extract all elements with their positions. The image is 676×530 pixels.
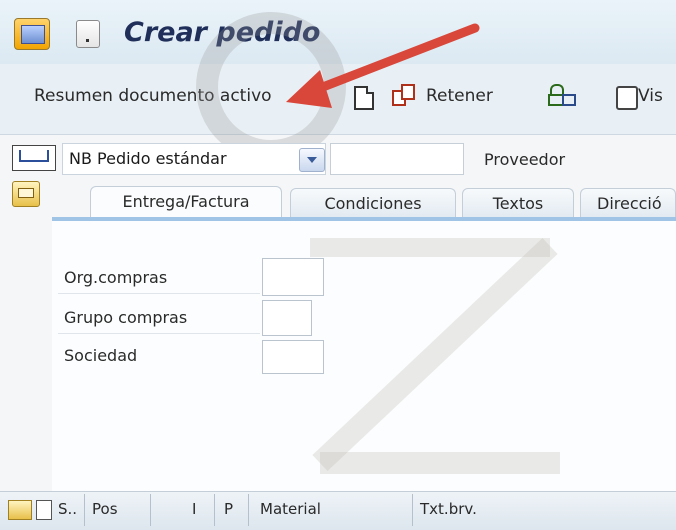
vendor-input[interactable] <box>330 143 464 175</box>
window-menu-button[interactable] <box>76 20 100 48</box>
view-button[interactable]: Vis <box>638 86 663 106</box>
grid-column-i[interactable]: I <box>192 500 196 518</box>
field-divider <box>58 293 260 294</box>
grid-layout-icon[interactable] <box>36 500 52 520</box>
app-menu-icon[interactable] <box>14 18 50 50</box>
chevron-down-icon[interactable] <box>299 148 325 172</box>
column-separator <box>150 494 151 526</box>
tab-entrega-factura[interactable]: Entrega/Factura <box>90 186 282 218</box>
tab-label: Textos <box>492 194 544 213</box>
tab-textos[interactable]: Textos <box>462 188 574 218</box>
grid-column-pos[interactable]: Pos <box>92 500 118 518</box>
tab-label: Condiciones <box>324 194 422 213</box>
watermark-letter-z <box>310 238 560 474</box>
field-divider <box>58 333 260 334</box>
column-separator <box>412 494 413 526</box>
company-code-label: Sociedad <box>64 346 138 365</box>
purchase-order-cart-icon[interactable] <box>12 145 56 171</box>
vendor-label: Proveedor <box>484 150 566 169</box>
collapse-items-icon[interactable] <box>8 500 32 520</box>
view-icon[interactable] <box>616 86 638 110</box>
grid-column-material[interactable]: Material <box>260 500 321 518</box>
tab-direccion[interactable]: Direcció <box>580 188 676 218</box>
column-separator <box>248 494 249 526</box>
grid-column-p[interactable]: P <box>224 500 233 518</box>
grid-column-short-text[interactable]: Txt.brv. <box>420 500 477 518</box>
collapse-header-icon[interactable] <box>12 181 40 207</box>
column-separator <box>214 494 215 526</box>
purchasing-org-label: Org.compras <box>64 268 168 287</box>
document-type-select[interactable]: NB Pedido estándar <box>62 143 326 175</box>
tab-label: Direcció <box>597 194 662 213</box>
grid-column-status[interactable]: S.. <box>58 500 77 518</box>
column-separator <box>84 494 85 526</box>
tab-label: Entrega/Factura <box>122 192 250 211</box>
document-type-value: NB Pedido estándar <box>69 149 227 168</box>
purchasing-group-label: Grupo compras <box>64 308 188 327</box>
tab-condiciones[interactable]: Condiciones <box>290 188 456 218</box>
annotation-arrow-icon <box>286 23 480 108</box>
lock-icon[interactable] <box>548 84 576 106</box>
